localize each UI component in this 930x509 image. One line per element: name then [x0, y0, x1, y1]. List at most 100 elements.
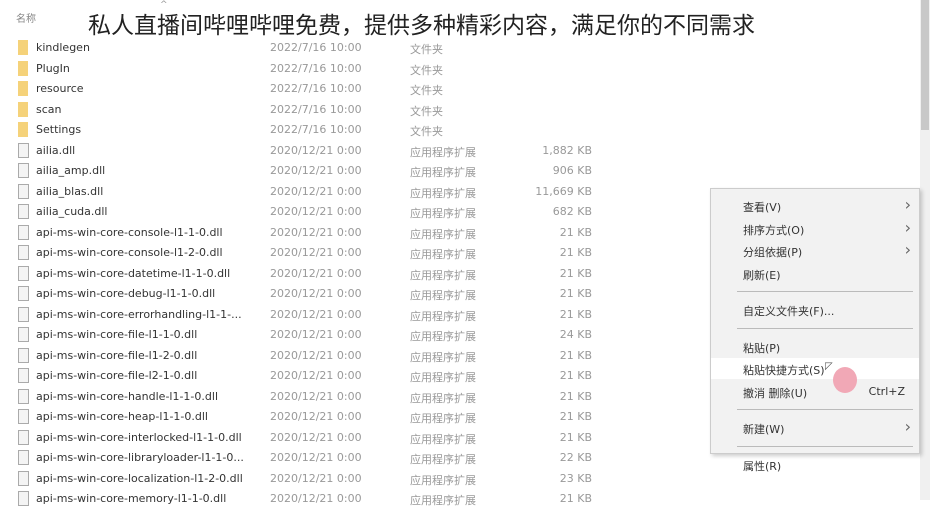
file-row[interactable]: api-ms-win-core-errorhandling-l1-1-... 2… — [0, 305, 620, 325]
file-date: 2022/7/16 10:00 — [270, 82, 362, 95]
file-date: 2020/12/21 0:00 — [270, 246, 362, 259]
file-row[interactable]: api-ms-win-core-datetime-l1-1-0.dll 2020… — [0, 264, 620, 284]
dll-file-icon — [18, 429, 29, 445]
file-type: 应用程序扩展 — [410, 248, 476, 261]
file-date: 2020/12/21 0:00 — [270, 184, 362, 198]
file-type: 应用程序扩展 — [410, 207, 476, 220]
file-name: api-ms-win-core-handle-l1-1-0.dll — [36, 389, 218, 403]
file-date: 2022/7/16 10:00 — [270, 102, 362, 116]
file-name: ailia.dll — [36, 143, 76, 157]
menu-item-label: 撤消 删除(U) — [743, 386, 808, 400]
file-date: 2020/12/21 0:00 — [270, 205, 362, 218]
file-type: 文件夹 — [410, 125, 443, 138]
file-row[interactable]: Settings 2022/7/16 10:00 文件夹 — [0, 120, 620, 140]
overlay-title: 私人直播间哔哩哔哩免费，提供多种精彩内容，满足你的不同需求 — [88, 13, 755, 39]
file-row[interactable]: ailia_blas.dll 2020/12/21 0:00 应用程序扩展 11… — [0, 182, 620, 202]
dll-file-icon — [18, 265, 29, 281]
file-row[interactable]: api-ms-win-core-file-l1-1-0.dll 2020/12/… — [0, 325, 620, 345]
file-row[interactable]: api-ms-win-core-heap-l1-1-0.dll 2020/12/… — [0, 407, 620, 427]
menu-shortcut: Ctrl+Z — [868, 384, 905, 398]
dll-file-icon — [18, 368, 29, 383]
file-name: api-ms-win-core-heap-l1-1-0.dll — [36, 410, 208, 423]
menu-item-label: 粘贴(P) — [743, 341, 781, 355]
file-size: 21 KB — [559, 369, 592, 382]
chevron-right-icon: › — [904, 417, 911, 436]
file-type: 应用程序扩展 — [410, 412, 476, 425]
file-name: api-ms-win-core-memory-l1-1-0.dll — [36, 492, 227, 505]
file-name: api-ms-win-core-console-l1-2-0.dll — [36, 246, 223, 259]
file-size: 24 KB — [559, 328, 592, 341]
file-name: Settings — [36, 123, 82, 136]
menu-separator — [737, 327, 913, 329]
file-row[interactable]: api-ms-win-core-libraryloader-l1-1-0... … — [0, 448, 620, 468]
file-row[interactable]: api-ms-win-core-memory-l1-1-0.dll 2020/1… — [0, 489, 620, 509]
file-size: 21 KB — [559, 492, 592, 505]
dll-file-icon — [18, 491, 29, 506]
menu-item[interactable]: 粘贴快捷方式(S) — [711, 358, 919, 379]
menu-item[interactable]: 刷新(E) — [711, 263, 919, 284]
scrollbar-thumb[interactable] — [921, 0, 929, 130]
file-type: 文件夹 — [410, 104, 443, 118]
dll-file-icon — [18, 388, 29, 404]
file-row[interactable]: api-ms-win-core-console-l1-1-0.dll 2020/… — [0, 223, 620, 243]
file-name: api-ms-win-core-datetime-l1-1-0.dll — [36, 266, 231, 280]
file-date: 2020/12/21 0:00 — [270, 471, 362, 485]
menu-item[interactable]: 排序方式(O) › — [711, 218, 919, 239]
folder-icon — [18, 81, 28, 96]
dll-file-icon — [18, 163, 29, 178]
file-name: api-ms-win-core-file-l1-1-0.dll — [36, 328, 198, 341]
file-row[interactable]: scan 2022/7/16 10:00 文件夹 — [0, 100, 620, 120]
file-row[interactable]: api-ms-win-core-console-l1-2-0.dll 2020/… — [0, 243, 620, 263]
file-date: 2020/12/21 0:00 — [270, 328, 362, 341]
file-type: 应用程序扩展 — [410, 289, 476, 302]
dll-file-icon — [18, 204, 29, 219]
file-date: 2020/12/21 0:00 — [270, 266, 362, 280]
file-date: 2020/12/21 0:00 — [270, 389, 362, 403]
file-size: 21 KB — [559, 225, 592, 239]
dll-file-icon — [18, 224, 29, 240]
folder-icon — [18, 40, 28, 55]
file-name: api-ms-win-core-console-l1-1-0.dll — [36, 225, 223, 239]
chevron-right-icon: › — [904, 195, 911, 214]
file-type: 应用程序扩展 — [410, 268, 476, 282]
menu-item-label: 分组依据(P) — [743, 246, 803, 259]
menu-item[interactable]: 撤消 删除(U) Ctrl+Z — [711, 381, 919, 402]
menu-item[interactable]: 自定义文件夹(F)... — [711, 299, 919, 320]
file-row[interactable]: api-ms-win-core-handle-l1-1-0.dll 2020/1… — [0, 387, 620, 407]
file-row[interactable]: PlugIn 2022/7/16 10:00 文件夹 — [0, 59, 620, 79]
file-name: api-ms-win-core-localization-l1-2-0.dll — [36, 471, 243, 485]
file-date: 2022/7/16 10:00 — [270, 41, 362, 54]
file-row[interactable]: api-ms-win-core-localization-l1-2-0.dll … — [0, 469, 620, 489]
file-row[interactable]: api-ms-win-core-debug-l1-1-0.dll 2020/12… — [0, 284, 620, 304]
file-row[interactable]: resource 2022/7/16 10:00 文件夹 — [0, 79, 620, 99]
file-row[interactable]: kindlegen 2022/7/16 10:00 文件夹 — [0, 38, 620, 58]
menu-item[interactable]: 属性(R) — [711, 454, 919, 475]
file-type: 应用程序扩展 — [410, 350, 476, 364]
file-name: ailia_amp.dll — [36, 164, 106, 177]
file-type: 应用程序扩展 — [410, 432, 476, 446]
menu-item[interactable]: 新建(W) › — [711, 417, 919, 438]
file-row[interactable]: api-ms-win-core-file-l2-1-0.dll 2020/12/… — [0, 366, 620, 386]
menu-item[interactable]: 查看(V) › — [711, 195, 919, 216]
file-name: ailia_blas.dll — [36, 184, 104, 198]
file-row[interactable]: ailia_amp.dll 2020/12/21 0:00 应用程序扩展 906… — [0, 161, 620, 181]
file-row[interactable]: api-ms-win-core-interlocked-l1-1-0.dll 2… — [0, 428, 620, 448]
column-header-name[interactable]: 名称 — [16, 10, 36, 25]
menu-item[interactable]: 粘贴(P) — [711, 336, 919, 357]
file-type: 应用程序扩展 — [410, 330, 476, 343]
file-type: 应用程序扩展 — [410, 371, 476, 384]
chevron-right-icon: › — [904, 217, 911, 237]
vertical-scrollbar[interactable] — [920, 0, 930, 500]
file-row[interactable]: api-ms-win-core-file-l1-2-0.dll 2020/12/… — [0, 346, 620, 366]
file-row[interactable]: ailia.dll 2020/12/21 0:00 应用程序扩展 1,882 K… — [0, 141, 620, 161]
file-date: 2020/12/21 0:00 — [270, 492, 362, 505]
file-name: api-ms-win-core-libraryloader-l1-1-0... — [36, 451, 244, 464]
folder-icon — [18, 60, 28, 76]
mouse-cursor-icon: ◸ — [825, 361, 833, 372]
file-row[interactable]: ailia_cuda.dll 2020/12/21 0:00 应用程序扩展 68… — [0, 202, 620, 222]
menu-item[interactable]: 分组依据(P) › — [711, 240, 919, 261]
dll-file-icon — [18, 142, 29, 158]
file-name: resource — [36, 82, 84, 95]
file-type: 应用程序扩展 — [410, 145, 476, 159]
file-name: api-ms-win-core-interlocked-l1-1-0.dll — [36, 430, 242, 444]
